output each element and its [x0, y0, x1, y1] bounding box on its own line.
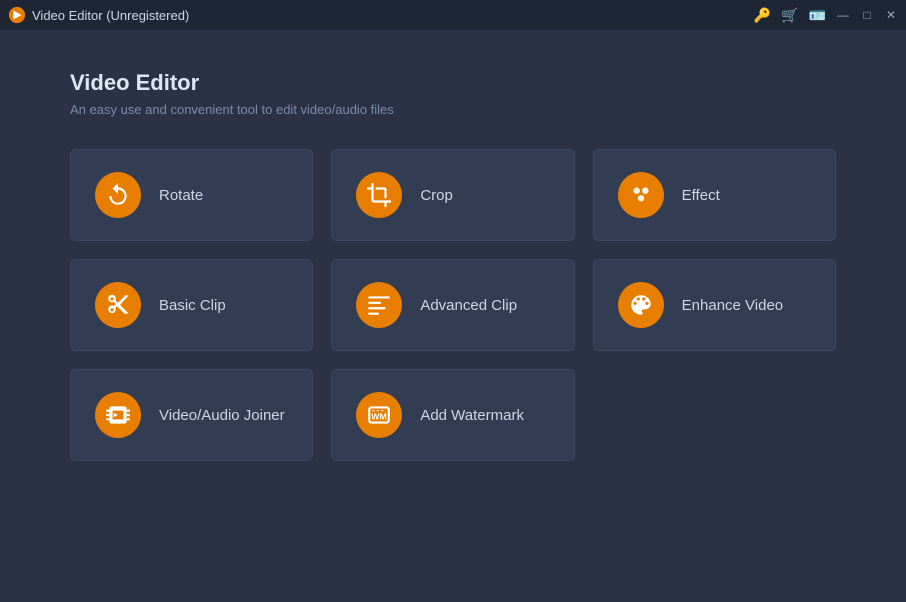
advanced-clip-card[interactable]: Advanced Clip — [331, 259, 574, 351]
crop-icon — [366, 182, 392, 208]
advanced-clip-icon-circle — [356, 282, 402, 328]
enhance-video-card[interactable]: Enhance Video — [593, 259, 836, 351]
key-icon[interactable]: 🔑 — [754, 7, 771, 24]
enhance-video-icon-circle — [618, 282, 664, 328]
rotate-icon — [105, 182, 131, 208]
cart-icon[interactable]: 🛒 — [781, 7, 798, 24]
app-logo — [8, 6, 26, 24]
effect-icon — [628, 182, 654, 208]
advanced-clip-label: Advanced Clip — [420, 297, 517, 314]
effect-label: Effect — [682, 187, 720, 204]
enhance-video-label: Enhance Video — [682, 297, 783, 314]
scissors-icon — [105, 292, 131, 318]
joiner-icon-circle — [95, 392, 141, 438]
effect-card[interactable]: Effect — [593, 149, 836, 241]
watermark-icon-circle: WM — [356, 392, 402, 438]
page-subtitle: An easy use and convenient tool to edit … — [70, 102, 836, 117]
rotate-icon-circle — [95, 172, 141, 218]
basic-clip-card[interactable]: Basic Clip — [70, 259, 313, 351]
film-icon — [105, 402, 131, 428]
titlebar-controls: 🔑 🛒 🪪 — □ ✕ — [754, 7, 898, 24]
crop-label: Crop — [420, 187, 453, 204]
basic-clip-label: Basic Clip — [159, 297, 226, 314]
palette-icon — [628, 292, 654, 318]
watermark-icon: WM — [366, 402, 392, 428]
id-card-icon[interactable]: 🪪 — [809, 7, 826, 24]
maximize-button[interactable]: □ — [860, 8, 874, 22]
titlebar-left: Video Editor (Unregistered) — [8, 6, 189, 24]
crop-icon-circle — [356, 172, 402, 218]
effect-icon-circle — [618, 172, 664, 218]
feature-grid: Rotate Crop Effect — [70, 149, 836, 461]
main-content: Video Editor An easy use and convenient … — [0, 30, 906, 491]
page-title: Video Editor — [70, 70, 836, 96]
video-audio-joiner-card[interactable]: Video/Audio Joiner — [70, 369, 313, 461]
video-audio-joiner-label: Video/Audio Joiner — [159, 407, 285, 424]
titlebar-title: Video Editor (Unregistered) — [32, 8, 189, 23]
advanced-clip-icon — [366, 292, 392, 318]
minimize-button[interactable]: — — [836, 8, 850, 22]
svg-text:WM: WM — [372, 411, 387, 421]
close-button[interactable]: ✕ — [884, 8, 898, 22]
rotate-label: Rotate — [159, 187, 203, 204]
crop-card[interactable]: Crop — [331, 149, 574, 241]
basic-clip-icon-circle — [95, 282, 141, 328]
add-watermark-card[interactable]: WM Add Watermark — [331, 369, 574, 461]
titlebar: Video Editor (Unregistered) 🔑 🛒 🪪 — □ ✕ — [0, 0, 906, 30]
rotate-card[interactable]: Rotate — [70, 149, 313, 241]
add-watermark-label: Add Watermark — [420, 407, 524, 424]
